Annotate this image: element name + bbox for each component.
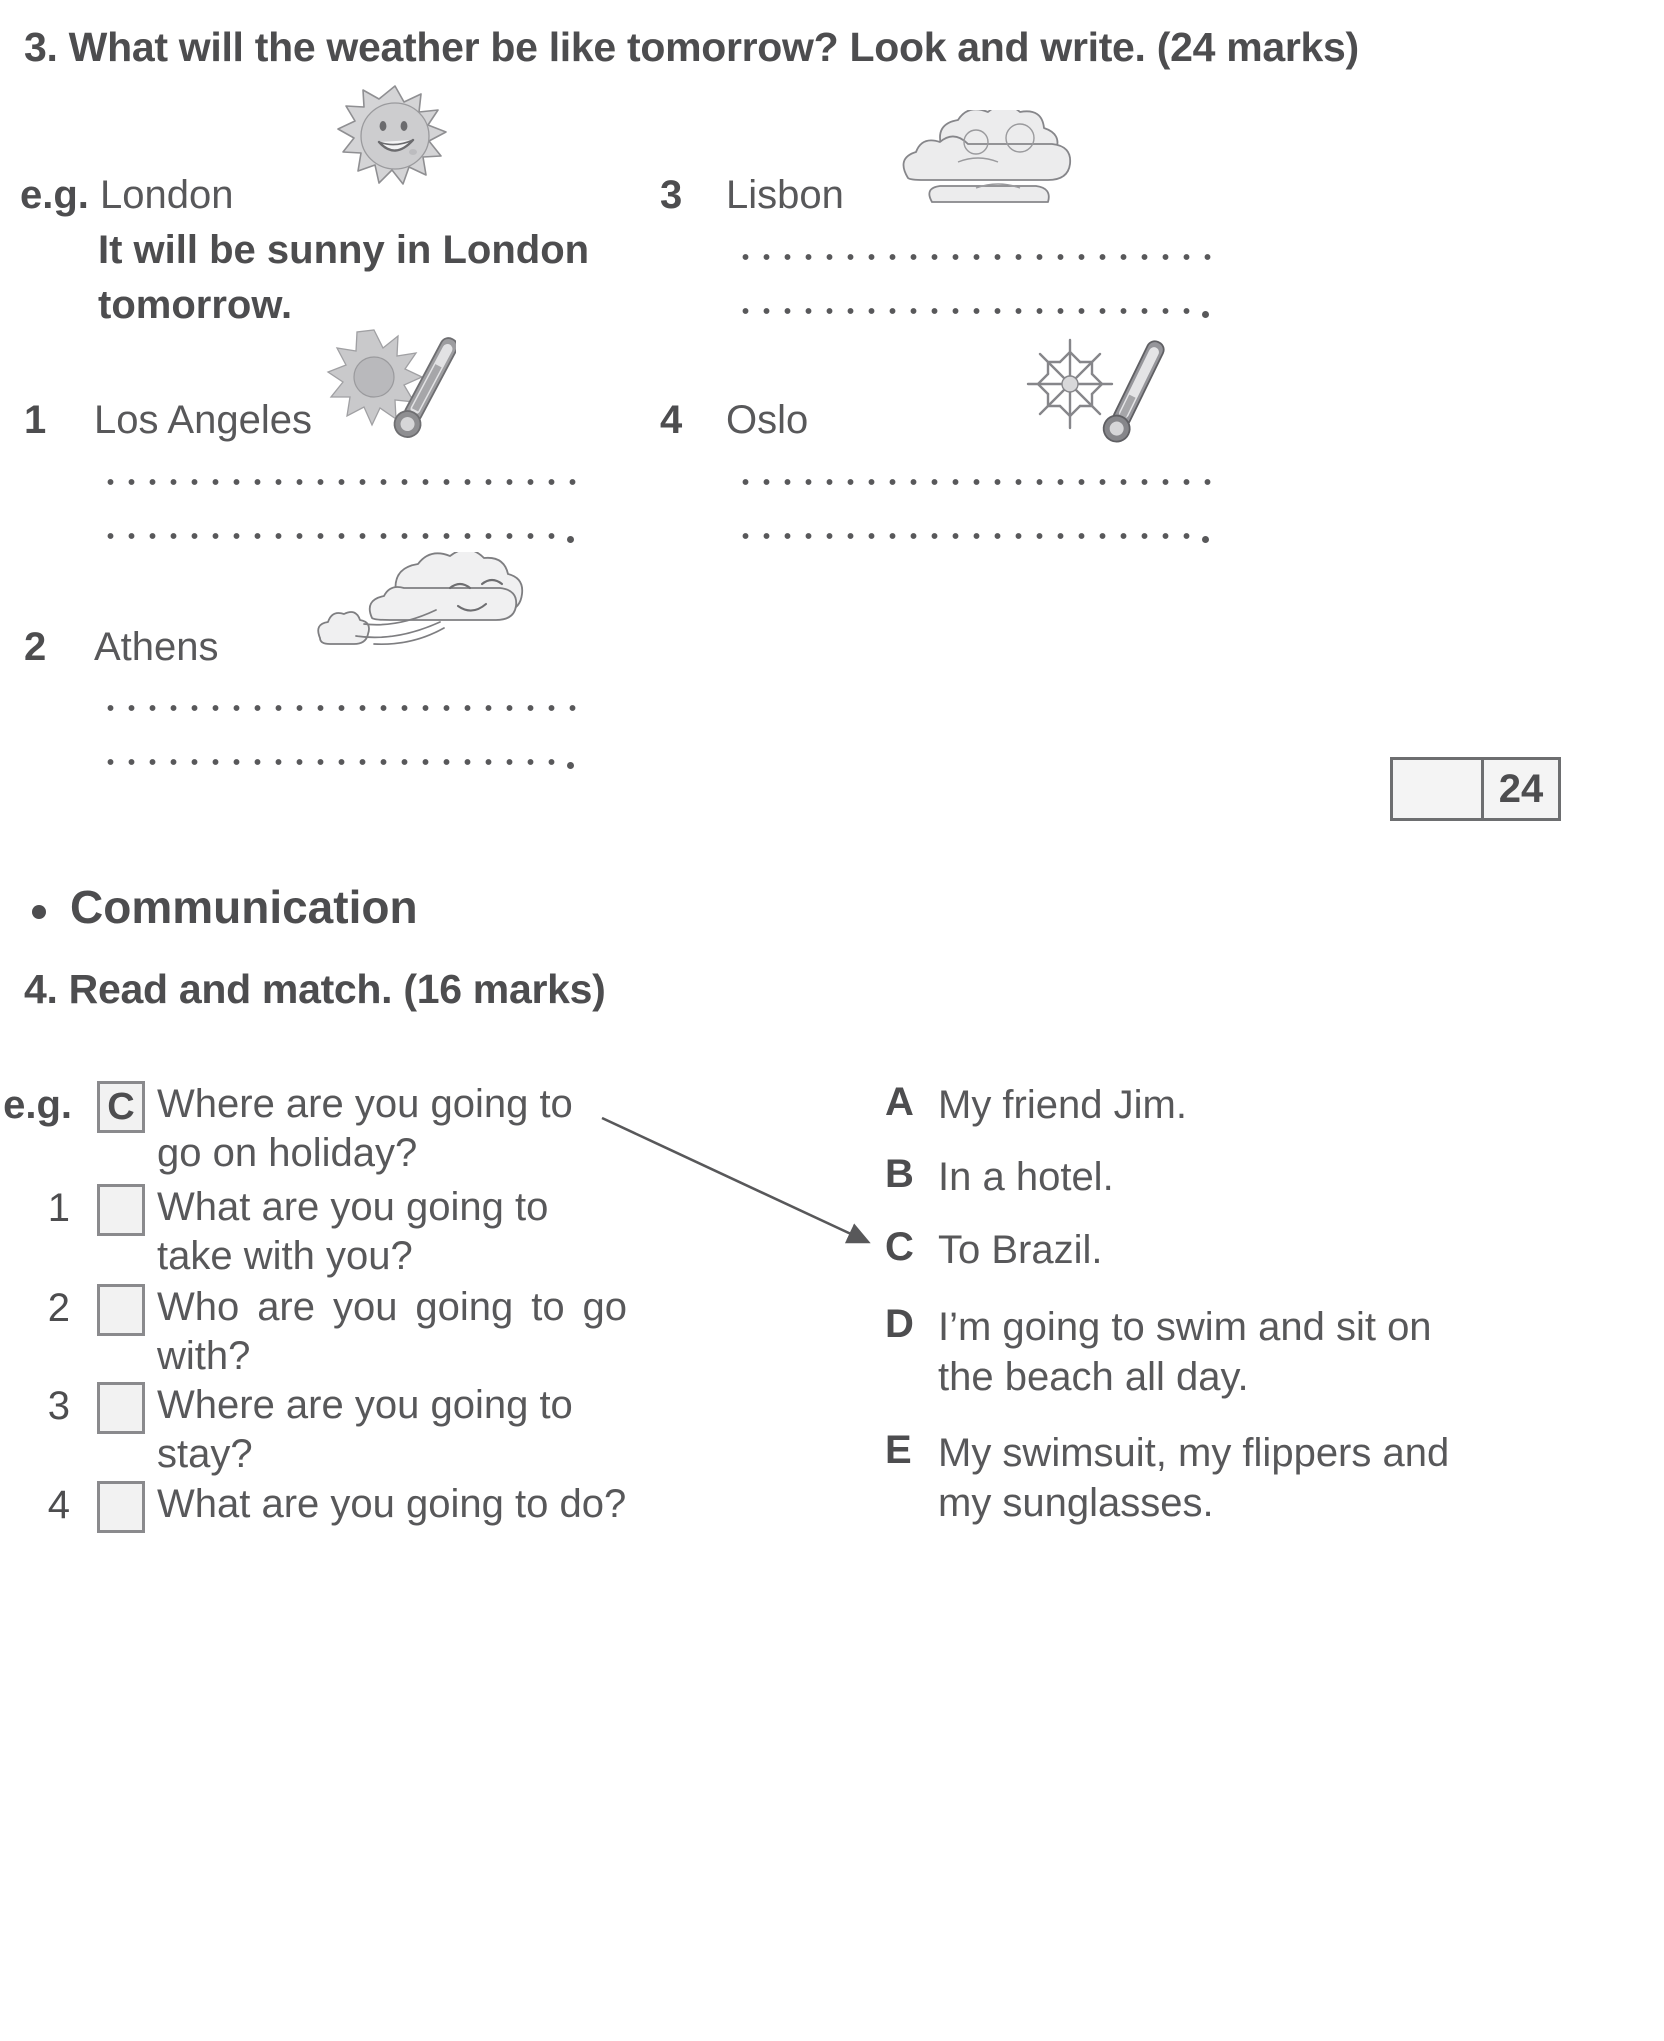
- section-title-communication: Communication: [70, 881, 418, 933]
- answer-d-letter: D: [885, 1302, 914, 1346]
- marks-box-exercise3: 24: [1390, 757, 1561, 821]
- answer-b-letter: B: [885, 1152, 914, 1196]
- question-4-text: What are you going to do?: [157, 1482, 627, 1526]
- question-2-text: Who are you going to go with?: [157, 1285, 627, 1378]
- item1-city: Los Angeles: [94, 398, 312, 442]
- example-answer-line2: tomorrow.: [98, 283, 293, 327]
- cloud-windy-icon: [300, 548, 532, 670]
- question-3-number: 3: [47, 1384, 70, 1428]
- question-4-answer-box[interactable]: [97, 1481, 145, 1533]
- item1-answer-line-2[interactable]: [100, 530, 555, 542]
- question-3-answer-box[interactable]: [97, 1382, 145, 1434]
- item2-number: 2: [24, 625, 47, 669]
- question-eg-text: Where are you going to go on holiday?: [157, 1082, 573, 1175]
- marks-box-total: 24: [1498, 766, 1544, 811]
- question-eg-answer-box[interactable]: C: [97, 1081, 145, 1133]
- example-answer-line1: It will be sunny in London: [98, 228, 590, 272]
- question-1-text: What are you going to take with you?: [157, 1185, 549, 1278]
- question-4-answer-letter: [100, 1484, 142, 1530]
- answer-b-text: In a hotel.: [938, 1155, 1114, 1199]
- item3-line2-period: [1202, 311, 1209, 318]
- item1-number: 1: [24, 398, 47, 442]
- question-2-answer-letter: [100, 1287, 142, 1333]
- section-bullet-icon: [32, 905, 46, 919]
- item3-number: 3: [660, 173, 683, 217]
- answer-c-text: To Brazil.: [938, 1228, 1103, 1272]
- question-3-answer-letter: [100, 1385, 142, 1431]
- question-3-text: Where are you going to stay?: [157, 1383, 573, 1476]
- item4-answer-line-1[interactable]: [735, 476, 1213, 488]
- clouds-cloudy-icon: [880, 104, 1092, 218]
- question-4-number: 4: [47, 1483, 70, 1527]
- question-eg-answer-letter: C: [107, 1085, 135, 1128]
- exercise3-heading: 3. What will the weather be like tomorro…: [24, 24, 1359, 70]
- marks-box-score-field[interactable]: [1393, 760, 1484, 818]
- item3-city: Lisbon: [726, 173, 844, 217]
- answer-a-text: My friend Jim.: [938, 1083, 1187, 1127]
- item1-answer-line-1[interactable]: [100, 476, 578, 488]
- worksheet-page: 3. What will the weather be like tomorro…: [0, 0, 1664, 2041]
- sun-thermometer-hot-icon: [326, 322, 459, 450]
- question-2-answer-box[interactable]: [97, 1284, 145, 1336]
- example-label-eg: e.g.: [20, 173, 89, 217]
- question-eg-number: e.g.: [3, 1083, 72, 1127]
- question-1-number: 1: [47, 1186, 70, 1230]
- item3-answer-line-1[interactable]: [735, 251, 1213, 263]
- answer-d-text: I’m going to swim and sit on the beach a…: [938, 1305, 1432, 1399]
- answer-e-text: My swimsuit, my flippers and my sunglass…: [938, 1431, 1450, 1525]
- item1-line2-period: [567, 536, 574, 543]
- item4-answer-line-2[interactable]: [735, 530, 1190, 542]
- item4-city: Oslo: [726, 398, 809, 442]
- exercise4-heading: 4. Read and match. (16 marks): [24, 966, 606, 1012]
- item2-answer-line-2[interactable]: [100, 756, 555, 768]
- item4-number: 4: [660, 398, 683, 442]
- item3-answer-line-2[interactable]: [735, 305, 1190, 317]
- item2-city: Athens: [94, 625, 219, 669]
- snowflake-thermometer-cold-icon: [1020, 330, 1170, 458]
- answer-c-letter: C: [885, 1225, 914, 1269]
- answer-a-letter: A: [885, 1080, 914, 1124]
- item2-answer-line-1[interactable]: [100, 702, 578, 714]
- question-1-answer-box[interactable]: [97, 1184, 145, 1236]
- question-1-answer-letter: [100, 1187, 142, 1233]
- sun-smiling-icon: [333, 82, 457, 192]
- item4-line2-period: [1202, 536, 1209, 543]
- question-2-number: 2: [47, 1286, 70, 1330]
- example-city-london: London: [100, 173, 234, 217]
- answer-e-letter: E: [885, 1428, 912, 1472]
- item2-line2-period: [567, 762, 574, 769]
